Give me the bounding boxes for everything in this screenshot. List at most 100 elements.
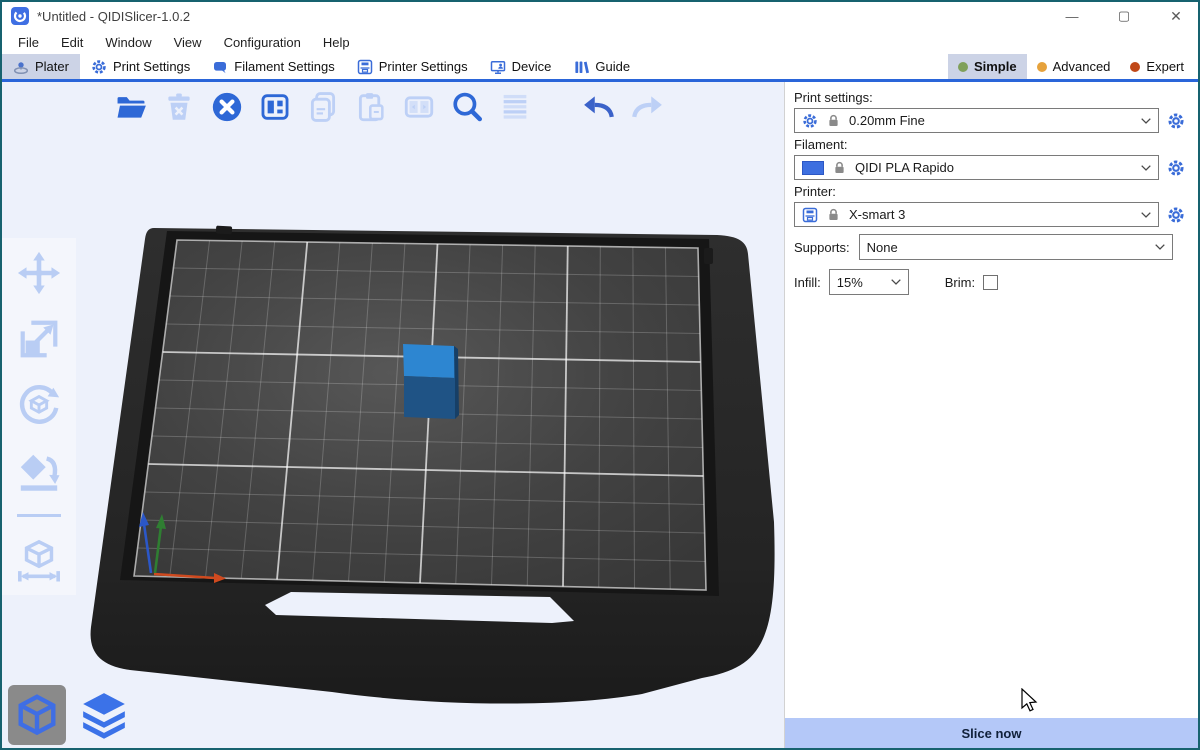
filament-color-swatch [802,161,824,175]
filament-label: Filament: [794,137,1186,152]
menu-bar: File Edit Window View Configuration Help [2,30,1198,54]
print-settings-gear-button[interactable] [1166,111,1186,131]
filament-icon [212,59,228,75]
filament-gear-button[interactable] [1166,158,1186,178]
print-settings-select[interactable]: 0.20mm Fine [794,108,1159,133]
tab-label: Guide [595,59,630,74]
gear-icon [802,113,818,129]
mode-label: Simple [974,59,1017,74]
menu-window[interactable]: Window [94,30,162,54]
tab-label: Filament Settings [234,59,334,74]
split-objects-icon[interactable] [400,88,437,125]
mouse-cursor-icon [1021,688,1040,714]
plater-icon [13,59,29,75]
toolbar-separator [17,514,61,517]
print-settings-label: Print settings: [794,90,1186,105]
mode-switcher: Simple Advanced Expert [948,54,1198,79]
advanced-mode-dot-icon [1037,62,1047,72]
brim-checkbox[interactable] [983,275,998,290]
tab-label: Printer Settings [379,59,468,74]
copy-icon[interactable] [304,88,341,125]
place-on-face-tool-icon[interactable] [16,448,62,494]
window-title: *Untitled - QIDISlicer-1.0.2 [37,9,190,24]
search-icon[interactable] [448,88,485,125]
supports-select[interactable]: None [859,234,1173,260]
minimize-button[interactable]: — [1050,2,1094,30]
app-window: *Untitled - QIDISlicer-1.0.2 — ▢ ✕ File … [0,0,1200,750]
lock-icon [826,207,841,222]
mode-simple[interactable]: Simple [948,54,1027,79]
redo-icon[interactable] [628,88,665,125]
measure-tool-icon[interactable] [16,537,62,583]
maximize-button[interactable]: ▢ [1102,2,1146,30]
viewport-toolbar [112,88,665,125]
preview-layers-view-icon [79,690,129,740]
app-logo-icon [11,7,29,25]
lock-icon [826,113,841,128]
filament-select[interactable]: QIDI PLA Rapido [794,155,1159,180]
expert-mode-dot-icon [1130,62,1140,72]
tab-printer-settings[interactable]: Printer Settings [346,54,479,79]
tab-bar: Plater Print Settings Filament Settings … [2,54,1198,82]
view-mode-switcher [8,685,133,745]
menu-view[interactable]: View [163,30,213,54]
bed-clip [216,226,232,235]
undo-icon[interactable] [580,88,617,125]
device-icon [490,59,506,75]
mode-advanced[interactable]: Advanced [1027,54,1121,79]
3d-scene[interactable] [2,82,784,748]
title-bar: *Untitled - QIDISlicer-1.0.2 — ▢ ✕ [2,2,1198,30]
menu-file[interactable]: File [7,30,50,54]
settings-panel: Print settings: 0.20mm Fine Filament: [784,82,1198,748]
menu-edit[interactable]: Edit [50,30,94,54]
editor-3d-view-button[interactable] [8,685,66,745]
tab-filament-settings[interactable]: Filament Settings [201,54,345,79]
chevron-down-icon [891,279,901,285]
preview-layers-view-button[interactable] [75,685,133,745]
variable-layer-height-icon[interactable] [496,88,533,125]
printer-select[interactable]: X-smart 3 [794,202,1159,227]
tab-guide[interactable]: Guide [562,54,641,79]
print-settings-value: 0.20mm Fine [849,113,925,128]
brim-label: Brim: [945,275,975,290]
chevron-down-icon [1141,165,1151,171]
gear-icon [1167,112,1185,130]
menu-help[interactable]: Help [312,30,361,54]
tab-device[interactable]: Device [479,54,563,79]
printer-label: Printer: [794,184,1186,199]
paste-icon[interactable] [352,88,389,125]
3d-viewport[interactable] [2,82,784,748]
chevron-down-icon [1155,244,1165,250]
open-file-icon[interactable] [112,88,149,125]
lock-icon [832,160,847,175]
tab-plater[interactable]: Plater [2,54,80,79]
filament-value: QIDI PLA Rapido [855,160,954,175]
gear-icon [91,59,107,75]
tab-print-settings[interactable]: Print Settings [80,54,201,79]
model-object[interactable] [403,344,459,419]
infill-select[interactable]: 15% [829,269,909,295]
scale-tool-icon[interactable] [16,316,62,362]
rotate-tool-icon[interactable] [16,382,62,428]
delete-icon[interactable] [160,88,197,125]
slice-now-button[interactable]: Slice now [785,718,1198,748]
chevron-down-icon [1141,118,1151,124]
gear-icon [1167,159,1185,177]
object-manipulation-toolbar [2,238,76,595]
mode-expert[interactable]: Expert [1120,54,1194,79]
move-tool-icon[interactable] [16,250,62,296]
guide-books-icon [573,59,589,75]
tab-label: Plater [35,59,69,74]
simple-mode-dot-icon [958,62,968,72]
bed-clip [704,248,713,264]
infill-value: 15% [837,275,863,290]
menu-configuration[interactable]: Configuration [213,30,312,54]
supports-label: Supports: [794,240,850,255]
printer-icon [357,59,373,75]
arrange-icon[interactable] [256,88,293,125]
printer-gear-button[interactable] [1166,205,1186,225]
printer-value: X-smart 3 [849,207,905,222]
close-button[interactable]: ✕ [1154,2,1198,30]
mode-label: Expert [1146,59,1184,74]
delete-all-icon[interactable] [208,88,245,125]
